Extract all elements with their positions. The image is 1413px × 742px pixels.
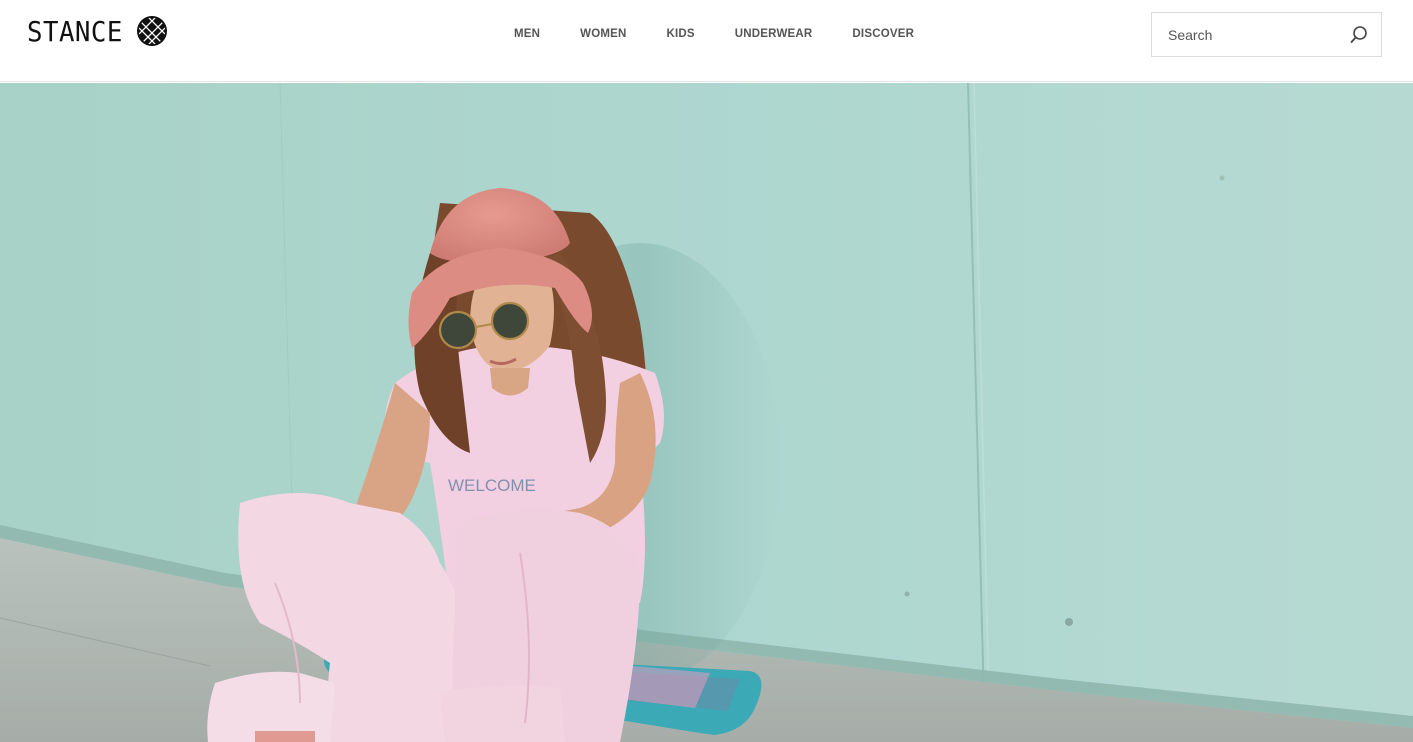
hero-photo: WELCOME [0,83,1413,742]
search-box [1151,12,1382,57]
search-input[interactable] [1168,13,1348,56]
nav-item-women[interactable]: WOMEN [580,27,626,41]
brand-wordmark: STANCE [27,14,123,48]
nav-item-men[interactable]: MEN [514,27,540,41]
stance-crosshatch-icon [137,16,168,46]
shirt-print: WELCOME [448,476,536,495]
nav-item-discover[interactable]: DISCOVER [852,27,914,41]
nav-item-kids[interactable]: KIDS [667,27,695,41]
hero-banner[interactable]: WELCOME [0,83,1413,742]
brand-logo-link[interactable]: STANCE [27,14,168,48]
nav-item-underwear[interactable]: UNDERWEAR [735,27,813,41]
main-nav: MEN WOMEN KIDS UNDERWEAR DISCOVER [514,27,954,41]
search-icon[interactable] [1349,25,1369,45]
site-header: STANCE MEN WOMEN KIDS UNDERWEAR DISCOVER [0,0,1413,82]
